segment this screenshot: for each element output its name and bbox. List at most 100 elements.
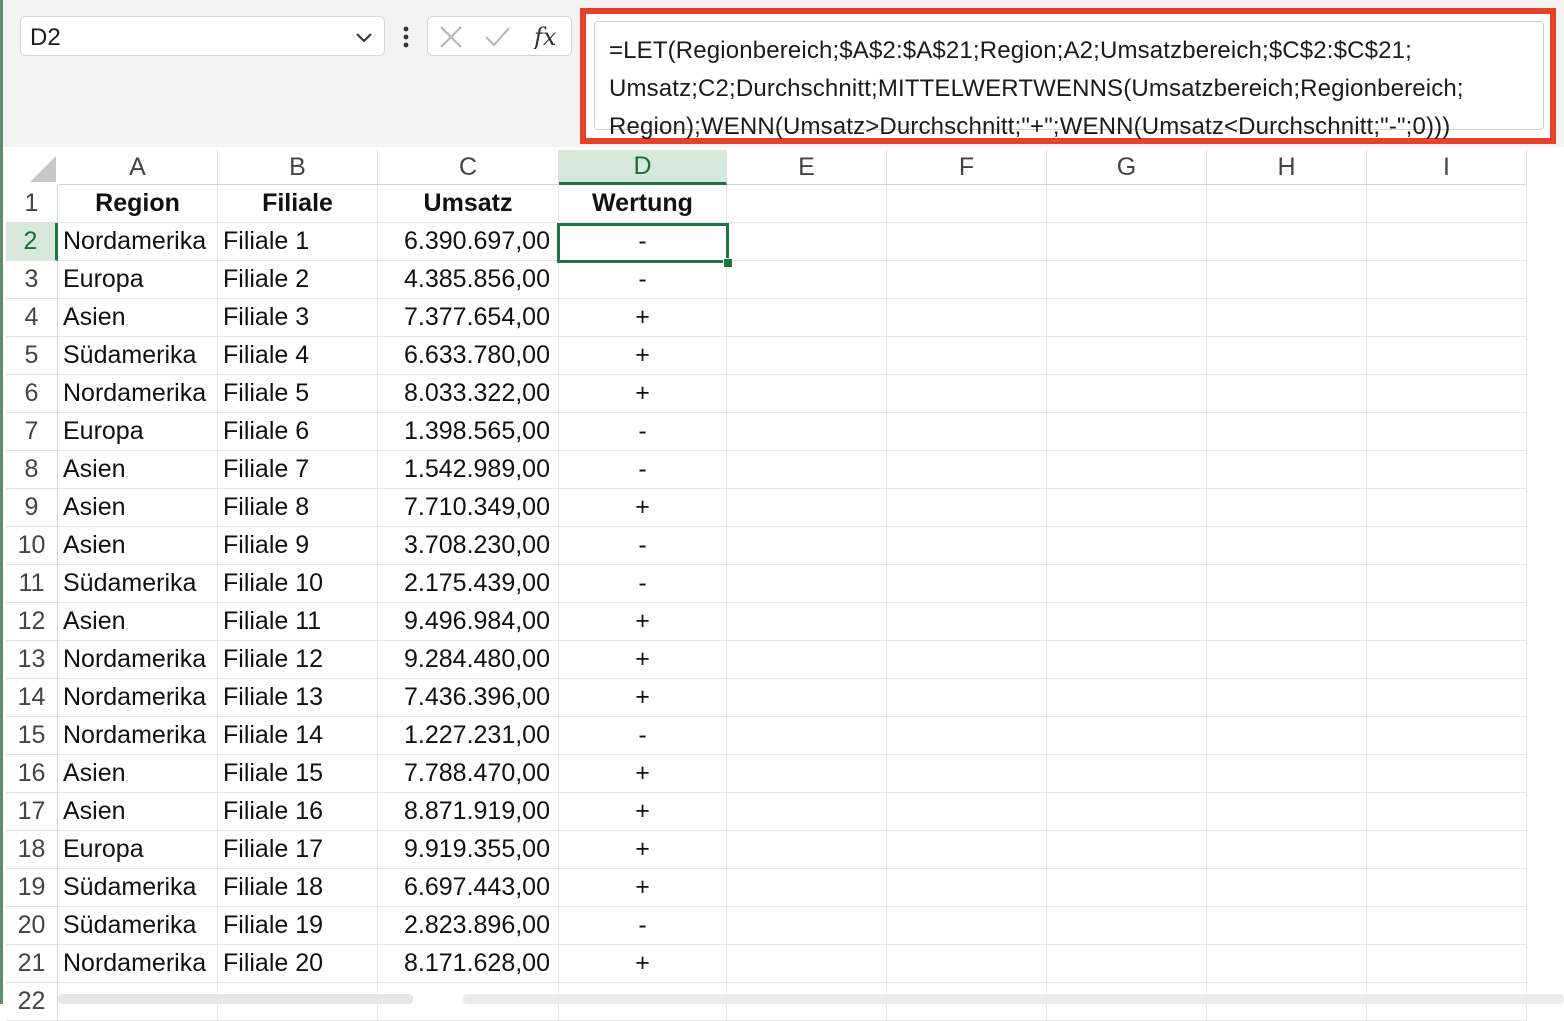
cell-a18[interactable]: Europa (58, 831, 218, 869)
cell-b17[interactable]: Filiale 16 (218, 793, 378, 831)
cell-g18[interactable] (1047, 831, 1207, 869)
cell-d3[interactable]: - (559, 261, 727, 299)
cell-a14[interactable]: Nordamerika (58, 679, 218, 717)
cell-b12[interactable]: Filiale 11 (218, 603, 378, 641)
cell-g17[interactable] (1047, 793, 1207, 831)
cell-g13[interactable] (1047, 641, 1207, 679)
cell-b11[interactable]: Filiale 10 (218, 565, 378, 603)
cell-h2[interactable] (1207, 223, 1367, 261)
cell-c19[interactable]: 6.697.443,00 (378, 869, 559, 907)
cell-b1[interactable]: Filiale (218, 185, 378, 223)
column-header-a[interactable]: A (58, 150, 218, 185)
cell-f1[interactable] (887, 185, 1047, 223)
row-header-15[interactable]: 15 (6, 717, 58, 755)
cell-g12[interactable] (1047, 603, 1207, 641)
cell-h3[interactable] (1207, 261, 1367, 299)
cell-a15[interactable]: Nordamerika (58, 717, 218, 755)
cell-e15[interactable] (727, 717, 887, 755)
cell-b19[interactable]: Filiale 18 (218, 869, 378, 907)
cell-b8[interactable]: Filiale 7 (218, 451, 378, 489)
row-header-19[interactable]: 19 (6, 869, 58, 907)
cell-d10[interactable]: - (559, 527, 727, 565)
cell-i1[interactable] (1367, 185, 1527, 223)
cell-h19[interactable] (1207, 869, 1367, 907)
row-header-17[interactable]: 17 (6, 793, 58, 831)
cell-b20[interactable]: Filiale 19 (218, 907, 378, 945)
row-header-1[interactable]: 1 (6, 185, 58, 223)
cell-h7[interactable] (1207, 413, 1367, 451)
cell-i9[interactable] (1367, 489, 1527, 527)
row-header-18[interactable]: 18 (6, 831, 58, 869)
cell-c5[interactable]: 6.633.780,00 (378, 337, 559, 375)
cell-g11[interactable] (1047, 565, 1207, 603)
cell-c10[interactable]: 3.708.230,00 (378, 527, 559, 565)
cell-g16[interactable] (1047, 755, 1207, 793)
cell-i20[interactable] (1367, 907, 1527, 945)
cell-f6[interactable] (887, 375, 1047, 413)
cell-e19[interactable] (727, 869, 887, 907)
column-header-c[interactable]: C (378, 150, 559, 185)
cell-d18[interactable]: + (559, 831, 727, 869)
cell-h17[interactable] (1207, 793, 1367, 831)
row-header-11[interactable]: 11 (6, 565, 58, 603)
row-header-5[interactable]: 5 (6, 337, 58, 375)
cell-g8[interactable] (1047, 451, 1207, 489)
cell-c21[interactable]: 8.171.628,00 (378, 945, 559, 983)
cell-h11[interactable] (1207, 565, 1367, 603)
cell-d7[interactable]: - (559, 413, 727, 451)
cell-g20[interactable] (1047, 907, 1207, 945)
cell-c12[interactable]: 9.496.984,00 (378, 603, 559, 641)
cell-h14[interactable] (1207, 679, 1367, 717)
cell-c11[interactable]: 2.175.439,00 (378, 565, 559, 603)
column-header-e[interactable]: E (727, 150, 887, 185)
cell-h13[interactable] (1207, 641, 1367, 679)
cell-d21[interactable]: + (559, 945, 727, 983)
cell-a1[interactable]: Region (58, 185, 218, 223)
cell-e2[interactable] (727, 223, 887, 261)
cell-i14[interactable] (1367, 679, 1527, 717)
cell-i12[interactable] (1367, 603, 1527, 641)
cell-e7[interactable] (727, 413, 887, 451)
cell-c18[interactable]: 9.919.355,00 (378, 831, 559, 869)
cell-e5[interactable] (727, 337, 887, 375)
cell-b4[interactable]: Filiale 3 (218, 299, 378, 337)
cell-b13[interactable]: Filiale 12 (218, 641, 378, 679)
cell-g7[interactable] (1047, 413, 1207, 451)
cell-c9[interactable]: 7.710.349,00 (378, 489, 559, 527)
row-header-22[interactable]: 22 (6, 983, 58, 1021)
cell-f18[interactable] (887, 831, 1047, 869)
cell-d15[interactable]: - (559, 717, 727, 755)
row-header-6[interactable]: 6 (6, 375, 58, 413)
row-header-10[interactable]: 10 (6, 527, 58, 565)
row-header-16[interactable]: 16 (6, 755, 58, 793)
column-header-h[interactable]: H (1207, 150, 1367, 185)
cell-e13[interactable] (727, 641, 887, 679)
cell-f2[interactable] (887, 223, 1047, 261)
cell-h10[interactable] (1207, 527, 1367, 565)
cell-e11[interactable] (727, 565, 887, 603)
cell-a2[interactable]: Nordamerika (58, 223, 218, 261)
cell-f3[interactable] (887, 261, 1047, 299)
cell-e4[interactable] (727, 299, 887, 337)
cell-h1[interactable] (1207, 185, 1367, 223)
cell-a21[interactable]: Nordamerika (58, 945, 218, 983)
cell-f10[interactable] (887, 527, 1047, 565)
cell-h12[interactable] (1207, 603, 1367, 641)
cell-b21[interactable]: Filiale 20 (218, 945, 378, 983)
row-header-3[interactable]: 3 (6, 261, 58, 299)
cell-i19[interactable] (1367, 869, 1527, 907)
column-header-g[interactable]: G (1047, 150, 1207, 185)
cell-i3[interactable] (1367, 261, 1527, 299)
cell-i8[interactable] (1367, 451, 1527, 489)
cell-f17[interactable] (887, 793, 1047, 831)
row-header-13[interactable]: 13 (6, 641, 58, 679)
cell-c14[interactable]: 7.436.396,00 (378, 679, 559, 717)
cell-h16[interactable] (1207, 755, 1367, 793)
cell-f13[interactable] (887, 641, 1047, 679)
cell-c7[interactable]: 1.398.565,00 (378, 413, 559, 451)
cell-b14[interactable]: Filiale 13 (218, 679, 378, 717)
cell-c3[interactable]: 4.385.856,00 (378, 261, 559, 299)
cell-e12[interactable] (727, 603, 887, 641)
cell-c6[interactable]: 8.033.322,00 (378, 375, 559, 413)
cell-c2[interactable]: 6.390.697,00 (378, 223, 559, 261)
